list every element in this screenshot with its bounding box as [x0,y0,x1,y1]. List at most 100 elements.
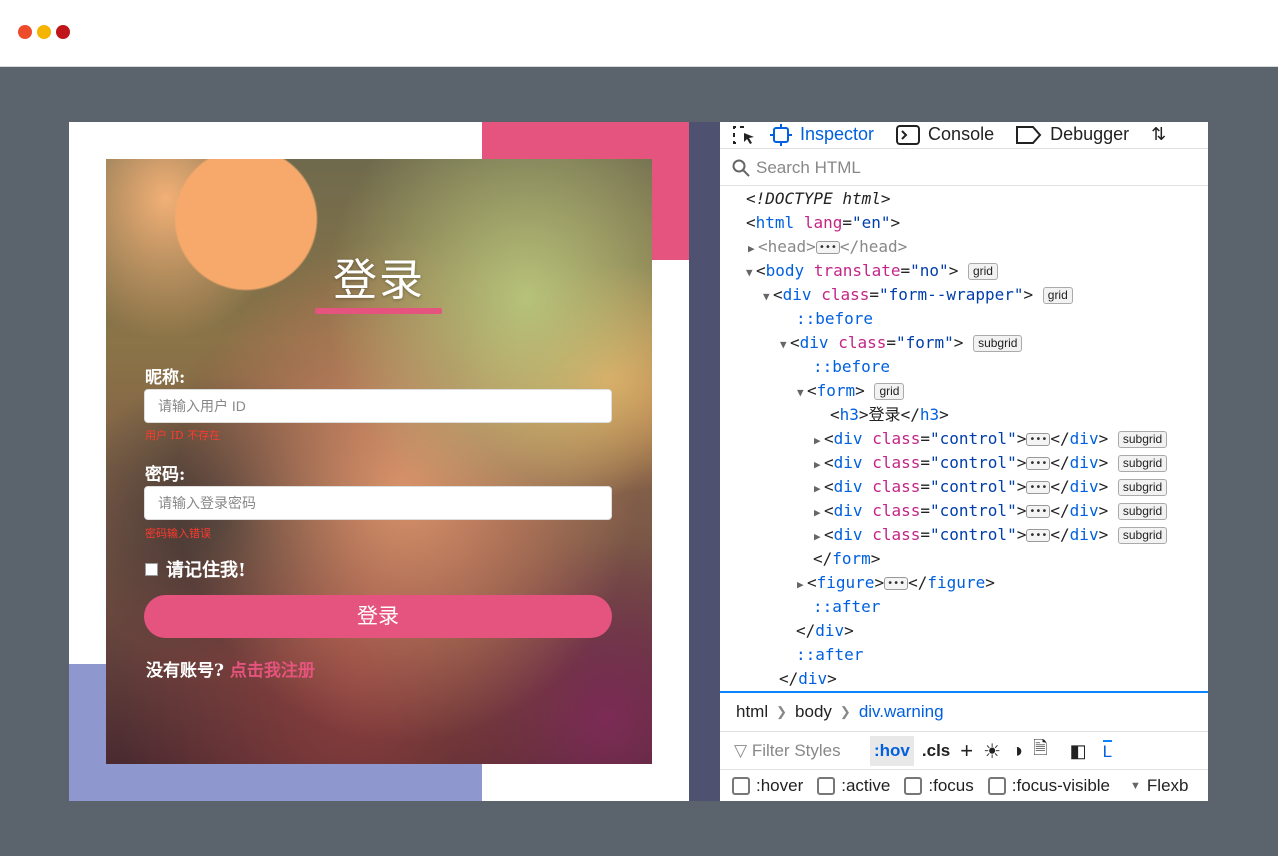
pick-element-icon[interactable] [732,122,756,148]
login-title: 登录 [333,255,425,306]
breadcrumb-div-warning[interactable]: div.warning [859,702,944,722]
ellipsis-icon[interactable]: ••• [1026,505,1051,518]
flexbox-label: Flexb [1146,775,1189,795]
tree-control[interactable]: ▶ <div class="control"> ••• </div> subgrid [814,523,1168,549]
ellipsis-icon[interactable]: ••• [815,241,840,254]
devtools-toolbar: Inspector Console Debugger ⇅ [720,122,1208,149]
state-checkbox[interactable] [817,776,836,795]
devtools-edge [689,122,720,801]
dark-mode-icon[interactable]: ◑ [1011,740,1023,763]
tree-control[interactable]: ▶ <div class="control"> ••• </div> subgrid [814,475,1168,501]
attr-name: class [872,453,921,472]
add-rule-icon[interactable]: + [960,738,973,764]
tree-before[interactable]: ::before [813,355,890,379]
state-focus[interactable]: :focus [904,776,974,796]
flexbox-section[interactable]: ▼ Flexb [1130,776,1188,796]
ellipsis-icon[interactable]: ••• [1026,481,1051,494]
ellipsis-icon[interactable]: ••• [1026,529,1051,542]
tab-layout[interactable]: L [1102,740,1113,762]
breadcrumb-body[interactable]: body [795,702,832,722]
expand-triangle-icon[interactable]: ▶ [814,501,824,525]
password-input[interactable] [144,486,612,520]
ellipsis-icon[interactable]: ••• [1026,433,1051,446]
expand-triangle-icon[interactable]: ▶ [748,237,758,261]
expand-triangle-icon[interactable]: ▶ [814,429,824,453]
print-media-icon[interactable]: 🗎 [1033,736,1047,766]
tag-name: div [833,525,863,544]
attr-name: class [872,525,921,544]
tree-form-close[interactable]: </form> [813,547,880,571]
tree-doctype[interactable]: <!DOCTYPE html> [746,187,891,211]
light-mode-icon[interactable]: ☀ [983,739,1001,764]
attr-name: class [838,333,887,352]
ellipsis-icon[interactable]: ••• [884,577,909,590]
state-checkbox[interactable] [987,776,1006,795]
close-window-dot[interactable] [18,25,32,39]
subgrid-badge[interactable]: subgrid [1117,503,1168,520]
breadcrumb-html[interactable]: html [736,702,768,722]
tree-div-close[interactable]: </div> [779,667,837,691]
expand-triangle-icon[interactable]: ▶ [814,477,824,501]
attr-value: "control" [930,453,1017,472]
minimize-window-dot[interactable] [37,25,51,39]
collapse-triangle-icon[interactable]: ▼ [797,381,807,405]
tree-control[interactable]: ▶ <div class="control"> ••• </div> subgrid [814,427,1168,453]
tree-control[interactable]: ▶ <div class="control"> ••• </div> subgrid [814,451,1168,477]
filter-styles-placeholder: Filter Styles [751,741,841,760]
grid-badge[interactable]: grid [874,383,905,400]
expand-triangle-icon[interactable]: ▶ [797,573,807,597]
collapse-triangle-icon[interactable]: ▼ [746,261,756,285]
search-html-bar[interactable]: Search HTML [720,150,1208,186]
state-checkbox[interactable] [732,776,750,795]
grid-badge[interactable]: grid [1042,287,1073,304]
collapse-triangle-icon[interactable]: ▼ [780,333,790,357]
tag-name: h3 [839,405,859,424]
cls-toggle-button[interactable]: .cls [922,741,950,761]
tree-html[interactable]: <html lang="en"> [746,211,900,235]
subgrid-badge[interactable]: subgrid [1117,431,1168,448]
tree-head[interactable]: ▶ <head> ••• </head> [748,235,907,259]
tag-name: div [833,501,863,520]
subgrid-badge[interactable]: subgrid [1117,527,1168,544]
console-icon [896,124,921,145]
subgrid-badge[interactable]: subgrid [973,335,1023,352]
tree-div-close[interactable]: </div> [796,619,854,643]
ellipsis-icon[interactable]: ••• [1026,457,1051,470]
tree-before[interactable]: ::before [796,307,873,331]
tab-inspector[interactable]: Inspector [770,122,874,148]
login-button[interactable]: 登录 [144,595,612,638]
tree-form-wrapper[interactable]: ▼ <div class="form--wrapper"> grid [763,283,1073,307]
tab-console[interactable]: Console [896,122,994,148]
tree-after[interactable]: ::after [796,643,863,667]
tree-body[interactable]: ▼ <body translate="no"> grid [746,259,998,283]
remember-checkbox[interactable] [145,562,158,576]
subgrid-badge[interactable]: subgrid [1117,455,1168,472]
nickname-input[interactable] [144,389,612,423]
remember-me[interactable]: 请记住我! [145,556,246,582]
collapse-triangle-icon[interactable]: ▼ [763,285,773,309]
hov-toggle-button[interactable]: :hov [870,736,914,766]
state-active[interactable]: :active [817,776,890,796]
subgrid-badge[interactable]: subgrid [1117,479,1168,496]
tab-debugger-label: Debugger [1050,124,1130,144]
expand-triangle-icon[interactable]: ▶ [814,525,824,549]
tab-inspector-label: Inspector [800,124,875,144]
state-checkbox[interactable] [904,776,923,795]
tree-control[interactable]: ▶ <div class="control"> ••• </div> subgrid [814,499,1168,525]
tree-figure[interactable]: ▶ <figure> ••• </figure> [797,571,995,595]
filter-styles-input[interactable]: ▽ Filter Styles [720,741,870,761]
signup-row: 没有账号? 点击我注册 [146,656,315,681]
grid-badge[interactable]: grid [967,263,998,280]
tree-form-div[interactable]: ▼ <div class="form"> subgrid [780,331,1023,357]
signup-link[interactable]: 点击我注册 [230,661,315,681]
tree-after[interactable]: ::after [813,595,880,619]
maximize-window-dot[interactable] [56,25,70,39]
network-icon[interactable]: ⇅ [1151,122,1166,148]
state-focus-visible[interactable]: :focus-visible [987,776,1110,796]
expand-triangle-icon[interactable]: ▶ [814,453,824,477]
tab-debugger[interactable]: Debugger [1016,122,1129,148]
state-hover[interactable]: :hover [732,776,803,796]
tree-h3[interactable]: <h3>登录</h3> [830,403,949,427]
tree-form[interactable]: ▼ <form> grid [797,379,905,405]
toggle-sidebar-icon[interactable]: ◧ [1070,741,1087,762]
